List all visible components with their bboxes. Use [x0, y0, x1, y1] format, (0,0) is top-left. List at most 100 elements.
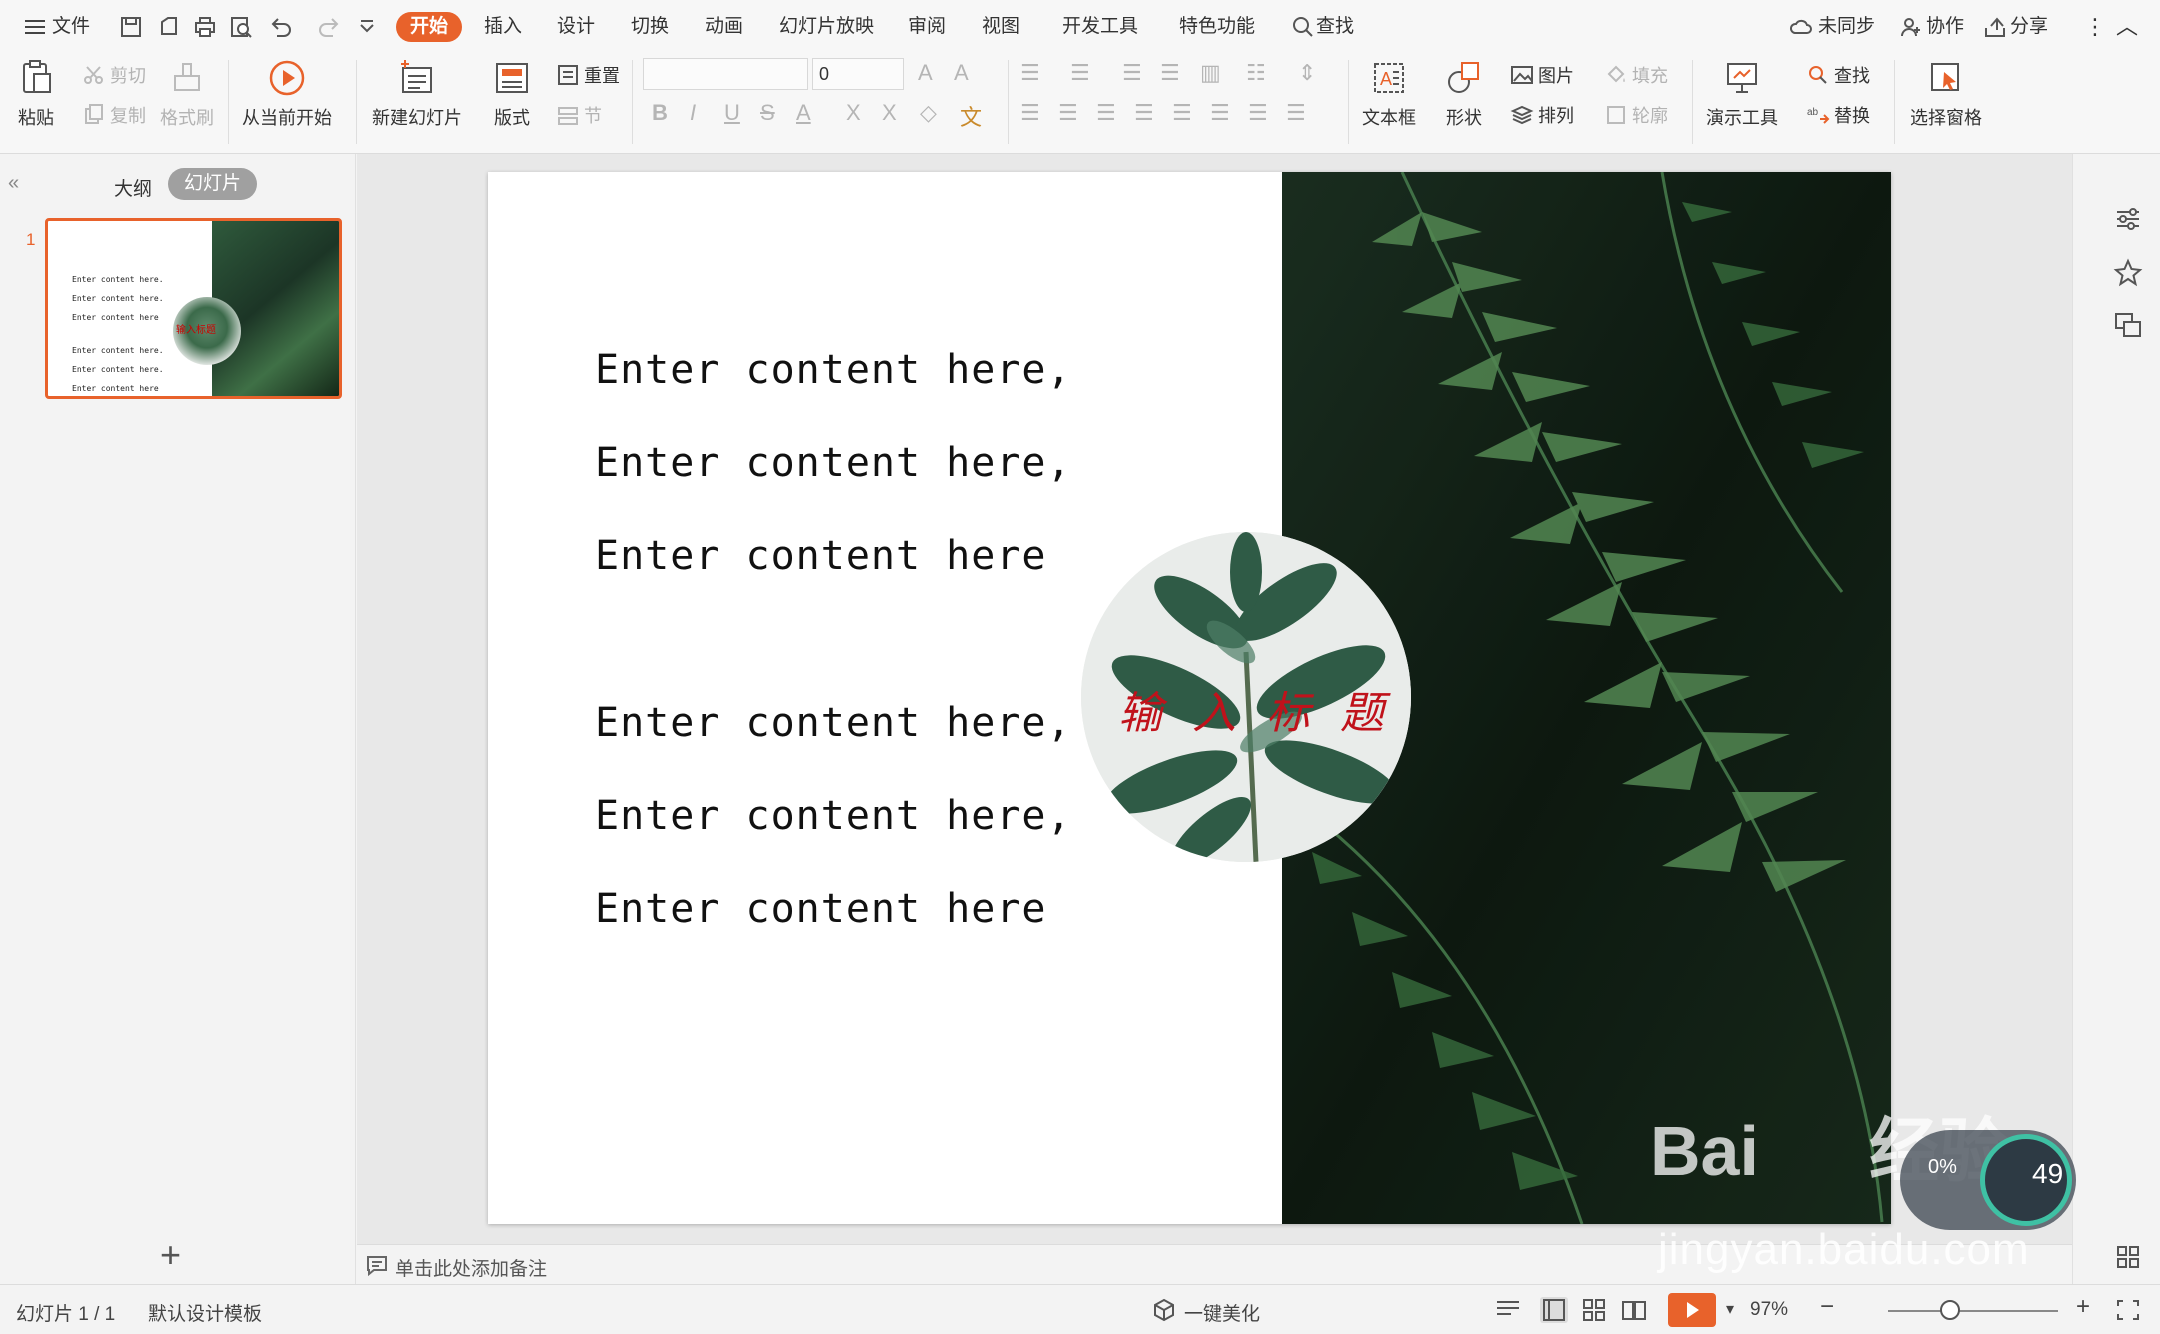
beautify-button[interactable]: 一键美化 [1184, 1299, 1260, 1326]
line-spacing-icon[interactable]: ⇕ [1298, 60, 1316, 86]
settings-sliders-icon[interactable] [2113, 204, 2143, 234]
tab-animation[interactable]: 动画 [705, 12, 743, 42]
customize-toolbar-icon[interactable] [354, 14, 380, 40]
fill-button[interactable]: 填充 [1604, 62, 1668, 88]
slide-sorter-icon[interactable] [1580, 1297, 1608, 1323]
bullet-list-icon[interactable]: ☰ [1020, 60, 1040, 86]
content-line[interactable]: Enter content here, [595, 347, 1072, 393]
distribute-icon[interactable]: ☰ [1172, 100, 1192, 126]
outline-button[interactable]: 轮廓 [1604, 102, 1668, 128]
slide[interactable]: Enter content here, Enter content here, … [488, 172, 1891, 1224]
print-preview-icon[interactable] [228, 14, 254, 40]
normal-view-icon[interactable] [1540, 1297, 1568, 1323]
tab-design[interactable]: 设计 [557, 12, 595, 42]
zoom-slider-knob[interactable] [1940, 1300, 1960, 1320]
export-icon[interactable] [156, 14, 182, 40]
tab-review[interactable]: 审阅 [908, 12, 946, 42]
align-left-icon[interactable]: ☰ [1020, 100, 1040, 126]
font-family-select[interactable] [643, 58, 808, 90]
increase-font-icon[interactable]: A [918, 60, 933, 86]
decrease-indent-icon[interactable]: ☰ [1122, 60, 1142, 86]
font-color-icon[interactable]: A [796, 100, 811, 126]
textbox-button[interactable]: A 文本框 [1362, 58, 1416, 130]
collaborate-button[interactable]: 协作 [1926, 12, 1964, 42]
cut-button[interactable]: 剪切 [82, 62, 146, 88]
content-line[interactable]: Enter content here, [595, 793, 1072, 839]
tab-transition[interactable]: 切换 [631, 12, 669, 42]
find-button[interactable]: 查找 [1806, 62, 1870, 88]
format-painter-button[interactable]: 格式刷 [160, 58, 214, 130]
text-effect-icon[interactable]: 文 [960, 100, 982, 132]
slide-thumbnail[interactable]: Enter content here. Enter content here. … [45, 218, 342, 399]
selection-pane-button[interactable]: 选择窗格 [1910, 58, 1982, 130]
tab-slideshow[interactable]: 幻灯片放映 [779, 12, 874, 42]
layout-button[interactable]: 版式 [492, 58, 532, 130]
content-line[interactable]: Enter content here, [595, 700, 1072, 746]
share-button[interactable]: 分享 [2010, 12, 2048, 42]
arrange-button[interactable]: 排列 [1510, 102, 1574, 128]
animation-star-icon[interactable] [2113, 258, 2143, 288]
increase-indent-icon[interactable]: ☰ [1160, 60, 1180, 86]
tab-insert[interactable]: 插入 [484, 12, 522, 42]
justify-icon[interactable]: ☰ [1134, 100, 1154, 126]
tab-view[interactable]: 视图 [982, 12, 1020, 42]
print-icon[interactable] [192, 14, 218, 40]
copy-button[interactable]: 复制 [82, 102, 146, 128]
more-options-icon[interactable]: ⋮ [2084, 12, 2106, 42]
decrease-font-icon[interactable]: A [954, 60, 969, 86]
sync-status[interactable]: 未同步 [1818, 12, 1875, 42]
replace-button[interactable]: ab 替换 [1806, 102, 1870, 128]
zoom-out-icon[interactable]: − [1820, 1293, 1834, 1321]
tab-outline[interactable]: 大纲 [114, 174, 152, 201]
smart-art-icon[interactable]: ☰ [1286, 100, 1306, 126]
columns-icon[interactable]: ▥ [1200, 60, 1221, 86]
vertical-scrollbar[interactable] [2072, 160, 2096, 1240]
shape-button[interactable]: 形状 [1444, 58, 1484, 130]
notes-placeholder[interactable]: 单击此处添加备注 [395, 1254, 547, 1281]
search-button[interactable]: 查找 [1316, 12, 1354, 42]
save-icon[interactable] [118, 14, 144, 40]
text-direction-icon[interactable]: ☷ [1246, 60, 1266, 86]
play-dropdown-icon[interactable]: ▾ [1726, 1299, 1734, 1319]
tab-slides[interactable]: 幻灯片 [168, 168, 258, 200]
italic-icon[interactable]: I [690, 100, 696, 126]
bold-icon[interactable]: B [652, 100, 668, 126]
underline-icon[interactable]: U [724, 100, 740, 126]
grid-icon[interactable] [2113, 1242, 2143, 1272]
align-right-icon[interactable]: ☰ [1096, 100, 1116, 126]
fit-window-icon[interactable] [2114, 1297, 2142, 1323]
notes-bar[interactable]: 单击此处添加备注 [357, 1244, 2072, 1284]
clear-format-icon[interactable]: ◇ [920, 100, 937, 126]
font-size-select[interactable]: 0 [812, 58, 904, 90]
add-slide-icon[interactable]: + [160, 1234, 181, 1276]
content-line[interactable]: Enter content here [595, 886, 1046, 932]
tab-home[interactable]: 开始 [396, 12, 463, 42]
present-tool-button[interactable]: 演示工具 [1706, 58, 1778, 130]
slide-title[interactable]: 输入标题 [1118, 677, 1398, 741]
search-icon[interactable] [1290, 14, 1316, 40]
content-line[interactable]: Enter content here [595, 533, 1046, 579]
transition-icon[interactable] [2113, 310, 2143, 340]
undo-icon[interactable] [268, 14, 294, 40]
network-gauge[interactable]: 0% 49 [1900, 1130, 2076, 1230]
picture-button[interactable]: 图片 [1510, 62, 1574, 88]
reading-view-icon[interactable] [1620, 1297, 1648, 1323]
para-spacing-icon[interactable]: ☰ [1210, 100, 1230, 126]
collapse-panel-icon[interactable]: « [8, 172, 19, 195]
collapse-ribbon-icon[interactable]: ︿ [2116, 12, 2138, 42]
new-slide-button[interactable]: 新建幻灯片 [372, 58, 462, 130]
tab-features[interactable]: 特色功能 [1179, 12, 1255, 42]
zoom-level[interactable]: 97% [1750, 1299, 1788, 1321]
tab-developer[interactable]: 开发工具 [1062, 12, 1138, 42]
slideshow-play-button[interactable] [1668, 1293, 1716, 1327]
notes-toggle-icon[interactable] [1494, 1297, 1522, 1323]
template-name[interactable]: 默认设计模板 [148, 1299, 262, 1326]
hamburger-icon[interactable] [22, 14, 48, 40]
redo-icon[interactable] [316, 14, 342, 40]
section-button[interactable]: 节 [556, 102, 602, 128]
reset-button[interactable]: 重置 [556, 62, 620, 88]
file-menu[interactable]: 文件 [52, 12, 90, 42]
paste-button[interactable]: 粘贴 [16, 58, 56, 130]
from-current-button[interactable]: 从当前开始 [242, 58, 332, 130]
strikethrough-icon[interactable]: S [760, 100, 775, 126]
